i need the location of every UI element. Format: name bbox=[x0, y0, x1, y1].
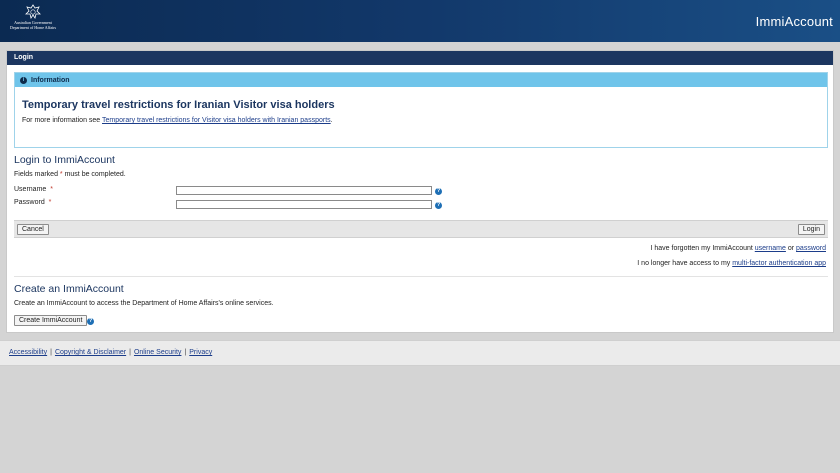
forgot-username-link[interactable]: username bbox=[755, 245, 786, 252]
login-button[interactable]: Login bbox=[797, 224, 825, 235]
footer-link-accessibility[interactable]: Accessibility bbox=[9, 349, 47, 356]
create-account-text: Create an ImmiAccount to access the Depa… bbox=[14, 300, 274, 307]
create-account-help-icon[interactable]: ? bbox=[87, 318, 94, 325]
footer-separator: | bbox=[184, 349, 187, 356]
login-panel: Login i Information Temporary travel res… bbox=[6, 50, 834, 333]
section-divider bbox=[14, 276, 828, 277]
username-help-icon[interactable]: ? bbox=[435, 188, 442, 195]
information-text-suffix: . bbox=[330, 117, 333, 124]
crest-line-department: Department of Home Affairs bbox=[9, 25, 57, 30]
mfa-access-text: I no longer have access to my multi-fact… bbox=[637, 260, 826, 267]
mfa-prefix: I no longer have access to my bbox=[637, 260, 733, 267]
coat-of-arms-icon bbox=[25, 4, 41, 19]
forgot-credentials-text: I have forgotten my ImmiAccount username… bbox=[651, 245, 827, 252]
information-label: Information bbox=[31, 76, 70, 84]
footer-separator: | bbox=[50, 349, 52, 356]
password-input[interactable] bbox=[176, 200, 432, 209]
site-header: Australian Government Department of Home… bbox=[0, 0, 840, 42]
password-label-text: Password bbox=[14, 199, 45, 206]
footer-separator: | bbox=[129, 349, 131, 356]
create-account-heading: Create an ImmiAccount bbox=[14, 283, 124, 295]
cancel-button[interactable]: Cancel bbox=[17, 224, 49, 235]
site-footer: Accessibility | Copyright & Disclaimer | Onl… bbox=[0, 340, 840, 366]
mfa-link[interactable]: multi-factor authentication app bbox=[732, 260, 826, 267]
password-required-mark: * bbox=[48, 199, 52, 206]
information-text: For more information see Temporary trave… bbox=[22, 117, 333, 124]
panel-title: Login bbox=[7, 51, 833, 65]
required-note-prefix: Fields marked bbox=[14, 171, 60, 178]
forgot-prefix: I have forgotten my ImmiAccount bbox=[650, 245, 755, 252]
forgot-password-link[interactable]: password bbox=[796, 245, 826, 252]
button-bar: Cancel Login bbox=[14, 220, 828, 238]
info-icon: i bbox=[20, 76, 27, 84]
travel-restrictions-link[interactable]: Temporary travel restrictions for Visito… bbox=[102, 117, 331, 124]
required-fields-note: Fields marked * must be completed. bbox=[14, 171, 126, 178]
information-text-prefix: For more information see bbox=[22, 117, 103, 124]
required-note-suffix: must be completed. bbox=[62, 171, 126, 178]
information-header: i Information bbox=[15, 73, 827, 87]
footer-link-online-security[interactable]: Online Security bbox=[134, 349, 181, 356]
username-required-mark: * bbox=[50, 186, 53, 193]
app-title: ImmiAccount bbox=[755, 14, 833, 29]
password-help-icon[interactable]: ? bbox=[435, 202, 442, 209]
footer-link-privacy[interactable]: Privacy bbox=[189, 349, 212, 356]
login-heading: Login to ImmiAccount bbox=[14, 154, 115, 166]
information-title: Temporary travel restrictions for Irania… bbox=[22, 99, 335, 111]
forgot-or: or bbox=[785, 245, 797, 252]
username-label-text: Username bbox=[14, 186, 47, 193]
government-crest-logo[interactable]: Australian Government Department of Home… bbox=[5, 4, 61, 38]
footer-link-copyright[interactable]: Copyright & Disclaimer bbox=[55, 349, 126, 356]
create-account-button[interactable]: Create ImmiAccount bbox=[14, 315, 88, 326]
username-label: Username * bbox=[14, 186, 53, 193]
password-label: Password * bbox=[14, 199, 51, 206]
username-input[interactable] bbox=[176, 186, 432, 195]
information-box: i Information Temporary travel restricti… bbox=[14, 72, 828, 148]
